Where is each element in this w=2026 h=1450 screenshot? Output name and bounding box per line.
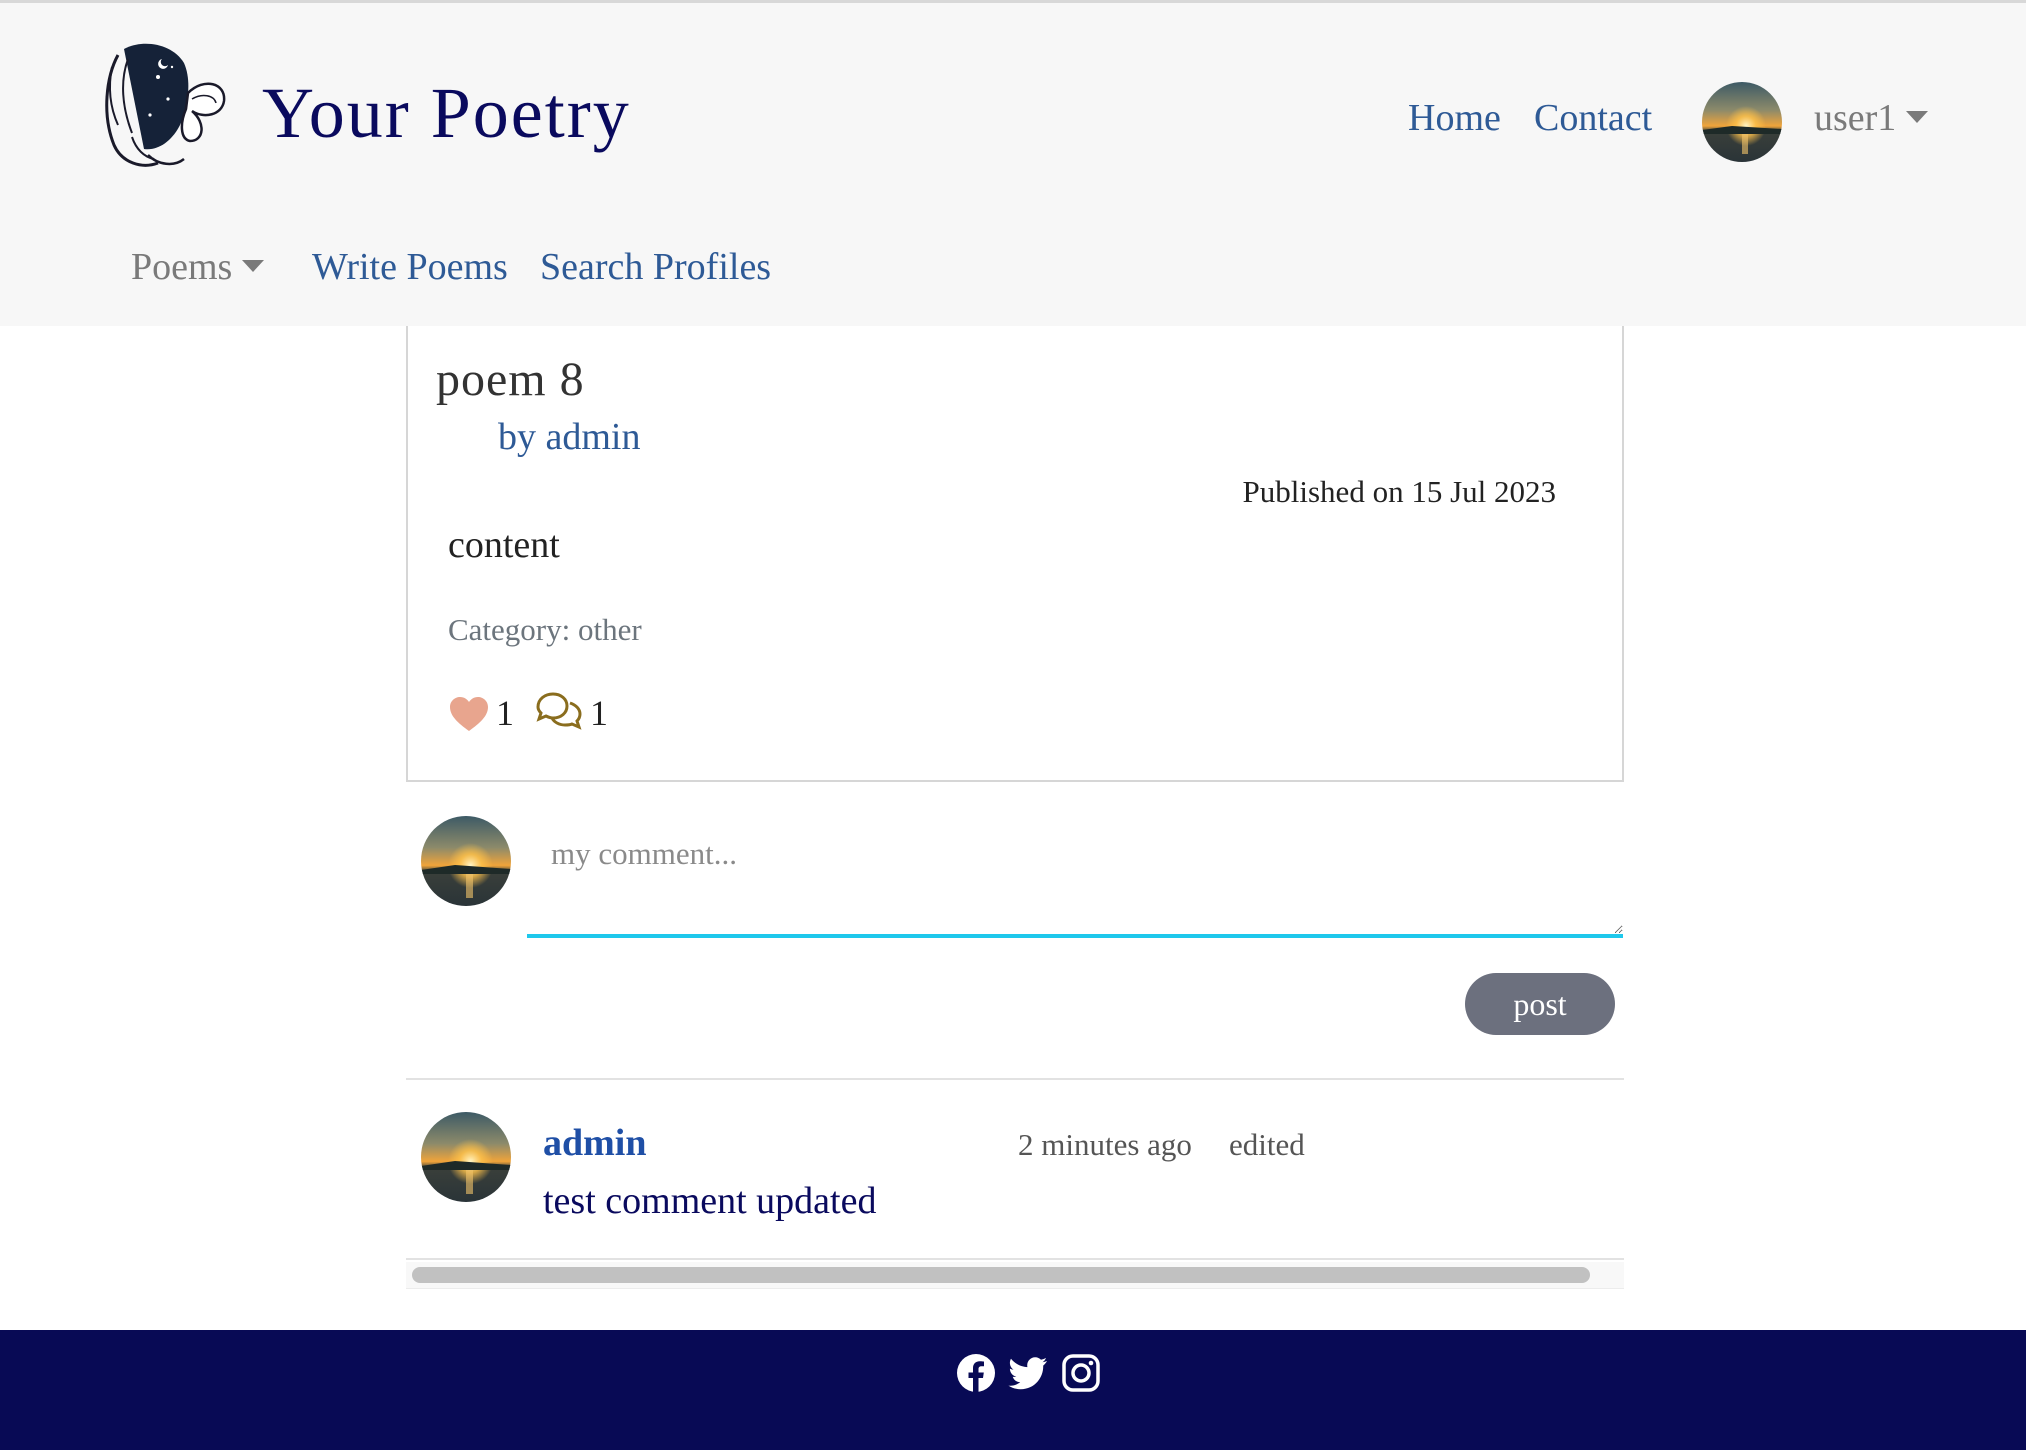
woman-butterfly-logo-icon[interactable] [88,37,230,173]
nav-write-poems-link[interactable]: Write Poems [312,248,508,286]
horizontal-scrollbar[interactable] [406,1262,1624,1289]
navbar: Your Poetry Home Contact user1 Poems Wri… [0,3,2026,326]
commenter-avatar [421,816,511,906]
comment-timestamp: 2 minutes ago [1018,1127,1192,1162]
chevron-down-icon [242,260,265,273]
comment-author-link[interactable]: admin [543,1124,646,1162]
comment-count: 1 [590,693,608,733]
nav-home-link[interactable]: Home [1408,99,1501,137]
divider [406,1258,1624,1260]
instagram-icon[interactable] [1060,1352,1102,1394]
footer [0,1330,2026,1450]
twitter-icon[interactable] [1007,1352,1049,1394]
comment-text: test comment updated [543,1180,877,1222]
poem-content: content [448,524,560,566]
like-count: 1 [496,693,514,733]
poem-card: poem 8 by admin Published on 15 Jul 2023… [406,326,1624,782]
comment-bubbles-icon [536,692,582,730]
comment-edited-label[interactable]: edited [1229,1129,1305,1160]
poem-author-link[interactable]: by admin [498,418,640,456]
poem-category: Category: other [448,612,642,647]
divider [406,1078,1624,1080]
scrollbar-thumb[interactable] [412,1267,1590,1283]
poems-dropdown[interactable]: Poems [131,246,265,288]
heart-icon [450,697,488,731]
user-avatar[interactable] [1702,82,1782,162]
nav-search-profiles-link[interactable]: Search Profiles [540,248,771,286]
facebook-icon[interactable] [955,1352,997,1394]
poems-menu-label: Poems [131,246,233,288]
comment-input[interactable] [527,820,1623,938]
nav-contact-link[interactable]: Contact [1534,99,1652,137]
chevron-down-icon [1906,111,1929,124]
poem-title: poem 8 [436,353,585,406]
post-comment-button[interactable]: post [1465,973,1615,1035]
user-dropdown[interactable]: user1 [1814,97,1929,139]
brand-title[interactable]: Your Poetry [262,77,631,149]
user-name: user1 [1814,97,1897,139]
published-date: Published on 15 Jul 2023 [1242,474,1556,509]
comment-author-avatar[interactable] [421,1112,511,1202]
